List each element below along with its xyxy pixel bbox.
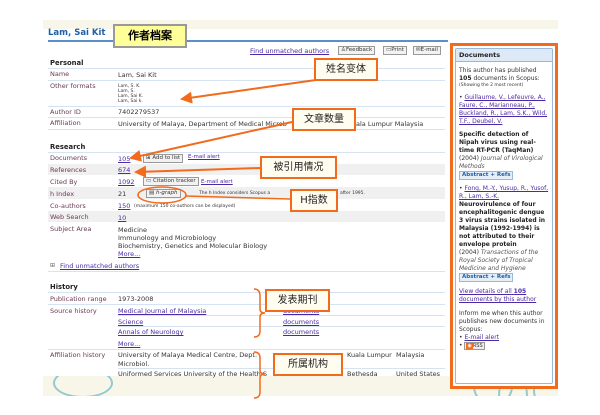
annotation-citations: 被引用情况 [260, 156, 337, 179]
annotation-name-variants: 姓名变体 [314, 58, 378, 81]
brace-journals [253, 288, 266, 338]
arrow-name-variants [180, 79, 317, 104]
annotation-journals: 发表期刊 [265, 289, 330, 312]
annotation-doc-count: 文章数量 [292, 108, 356, 131]
brace-institutions [253, 351, 266, 399]
annotation-h-index: H指数 [290, 189, 338, 212]
line-h-index [184, 195, 291, 200]
arrow-citations [134, 165, 261, 178]
h-graph-highlight-oval [137, 186, 187, 204]
annotation-institutions: 所属机构 [273, 353, 343, 376]
arrow-doc-count [129, 121, 293, 162]
